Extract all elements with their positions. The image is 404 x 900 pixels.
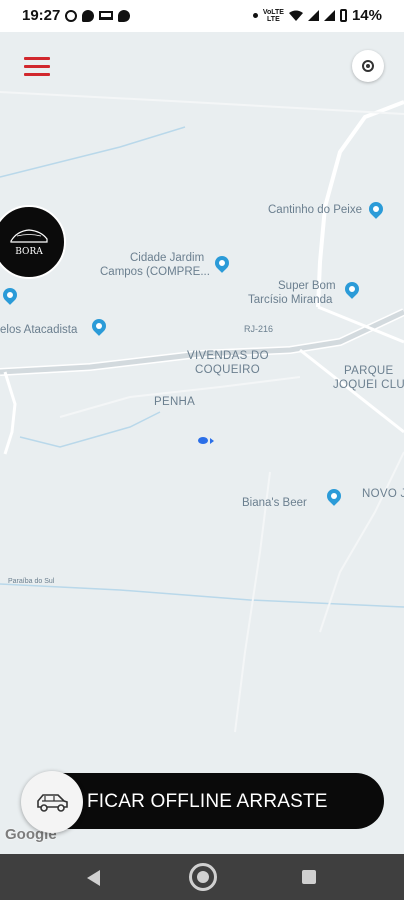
- neighborhood-label: PENHA: [154, 396, 196, 408]
- car-logo-icon: [10, 229, 48, 243]
- whatsapp-icon: [65, 9, 78, 22]
- hamburger-menu-icon: [24, 57, 50, 60]
- back-icon[interactable]: [87, 870, 100, 886]
- heading-arrow-icon: [210, 438, 214, 444]
- notification-dot-icon: [252, 13, 258, 18]
- place-label: elos Atacadista: [0, 324, 78, 336]
- place-label-line2: Tarcísio Miranda: [248, 294, 333, 306]
- place-label: Super Bom: [278, 280, 336, 292]
- neighborhood-label-line2: JOQUEI CLUB: [333, 379, 404, 391]
- river-label: Paraíba do Sul: [8, 578, 55, 585]
- wifi-icon: [288, 10, 303, 21]
- my-location-icon: [362, 60, 374, 72]
- volte-indicator: VoLTE LTE: [263, 9, 284, 23]
- chat-bubble-icon: [118, 9, 131, 22]
- neighborhood-label: PARQUE: [344, 365, 394, 377]
- status-bar: 19:27 VoLTE LTE 14%: [0, 0, 404, 32]
- volte-bottom-label: LTE: [267, 15, 280, 23]
- user-location-icon: [198, 437, 208, 444]
- slider-handle[interactable]: [21, 771, 83, 833]
- laptop-icon: [99, 11, 114, 20]
- road-label: RJ-216: [244, 324, 274, 334]
- place-label: Cidade Jardim: [130, 252, 205, 264]
- car-icon: [37, 794, 68, 812]
- recent-apps-icon[interactable]: [302, 870, 316, 884]
- neighborhood-label: VIVENDAS DO: [187, 350, 269, 362]
- signal-icon: [307, 10, 319, 21]
- navigation-bar: [0, 854, 404, 900]
- go-offline-slider[interactable]: FICAR OFFLINE ARRASTE: [32, 773, 384, 829]
- neighborhood-label-line2: COQUEIRO: [195, 364, 261, 376]
- home-icon[interactable]: [189, 863, 217, 891]
- place-label-line2: Campos (COMPRE...: [100, 266, 210, 278]
- battery-icon: [339, 9, 347, 22]
- battery-percent: 14%: [351, 7, 382, 24]
- status-time: 19:27: [22, 7, 61, 24]
- logo-text: BORA: [15, 247, 43, 257]
- neighborhood-label: NOVO J: [362, 488, 404, 500]
- volte-top-label: VoLTE: [262, 8, 284, 16]
- place-label: Biana's Beer: [242, 497, 307, 509]
- signal-icon-2: [323, 10, 335, 21]
- place-label: Cantinho do Peixe: [268, 204, 362, 216]
- chat-bubble-icon: [82, 9, 95, 22]
- my-location-button[interactable]: [352, 50, 384, 82]
- slider-label: FICAR OFFLINE ARRASTE: [87, 791, 328, 812]
- menu-button[interactable]: [24, 57, 50, 77]
